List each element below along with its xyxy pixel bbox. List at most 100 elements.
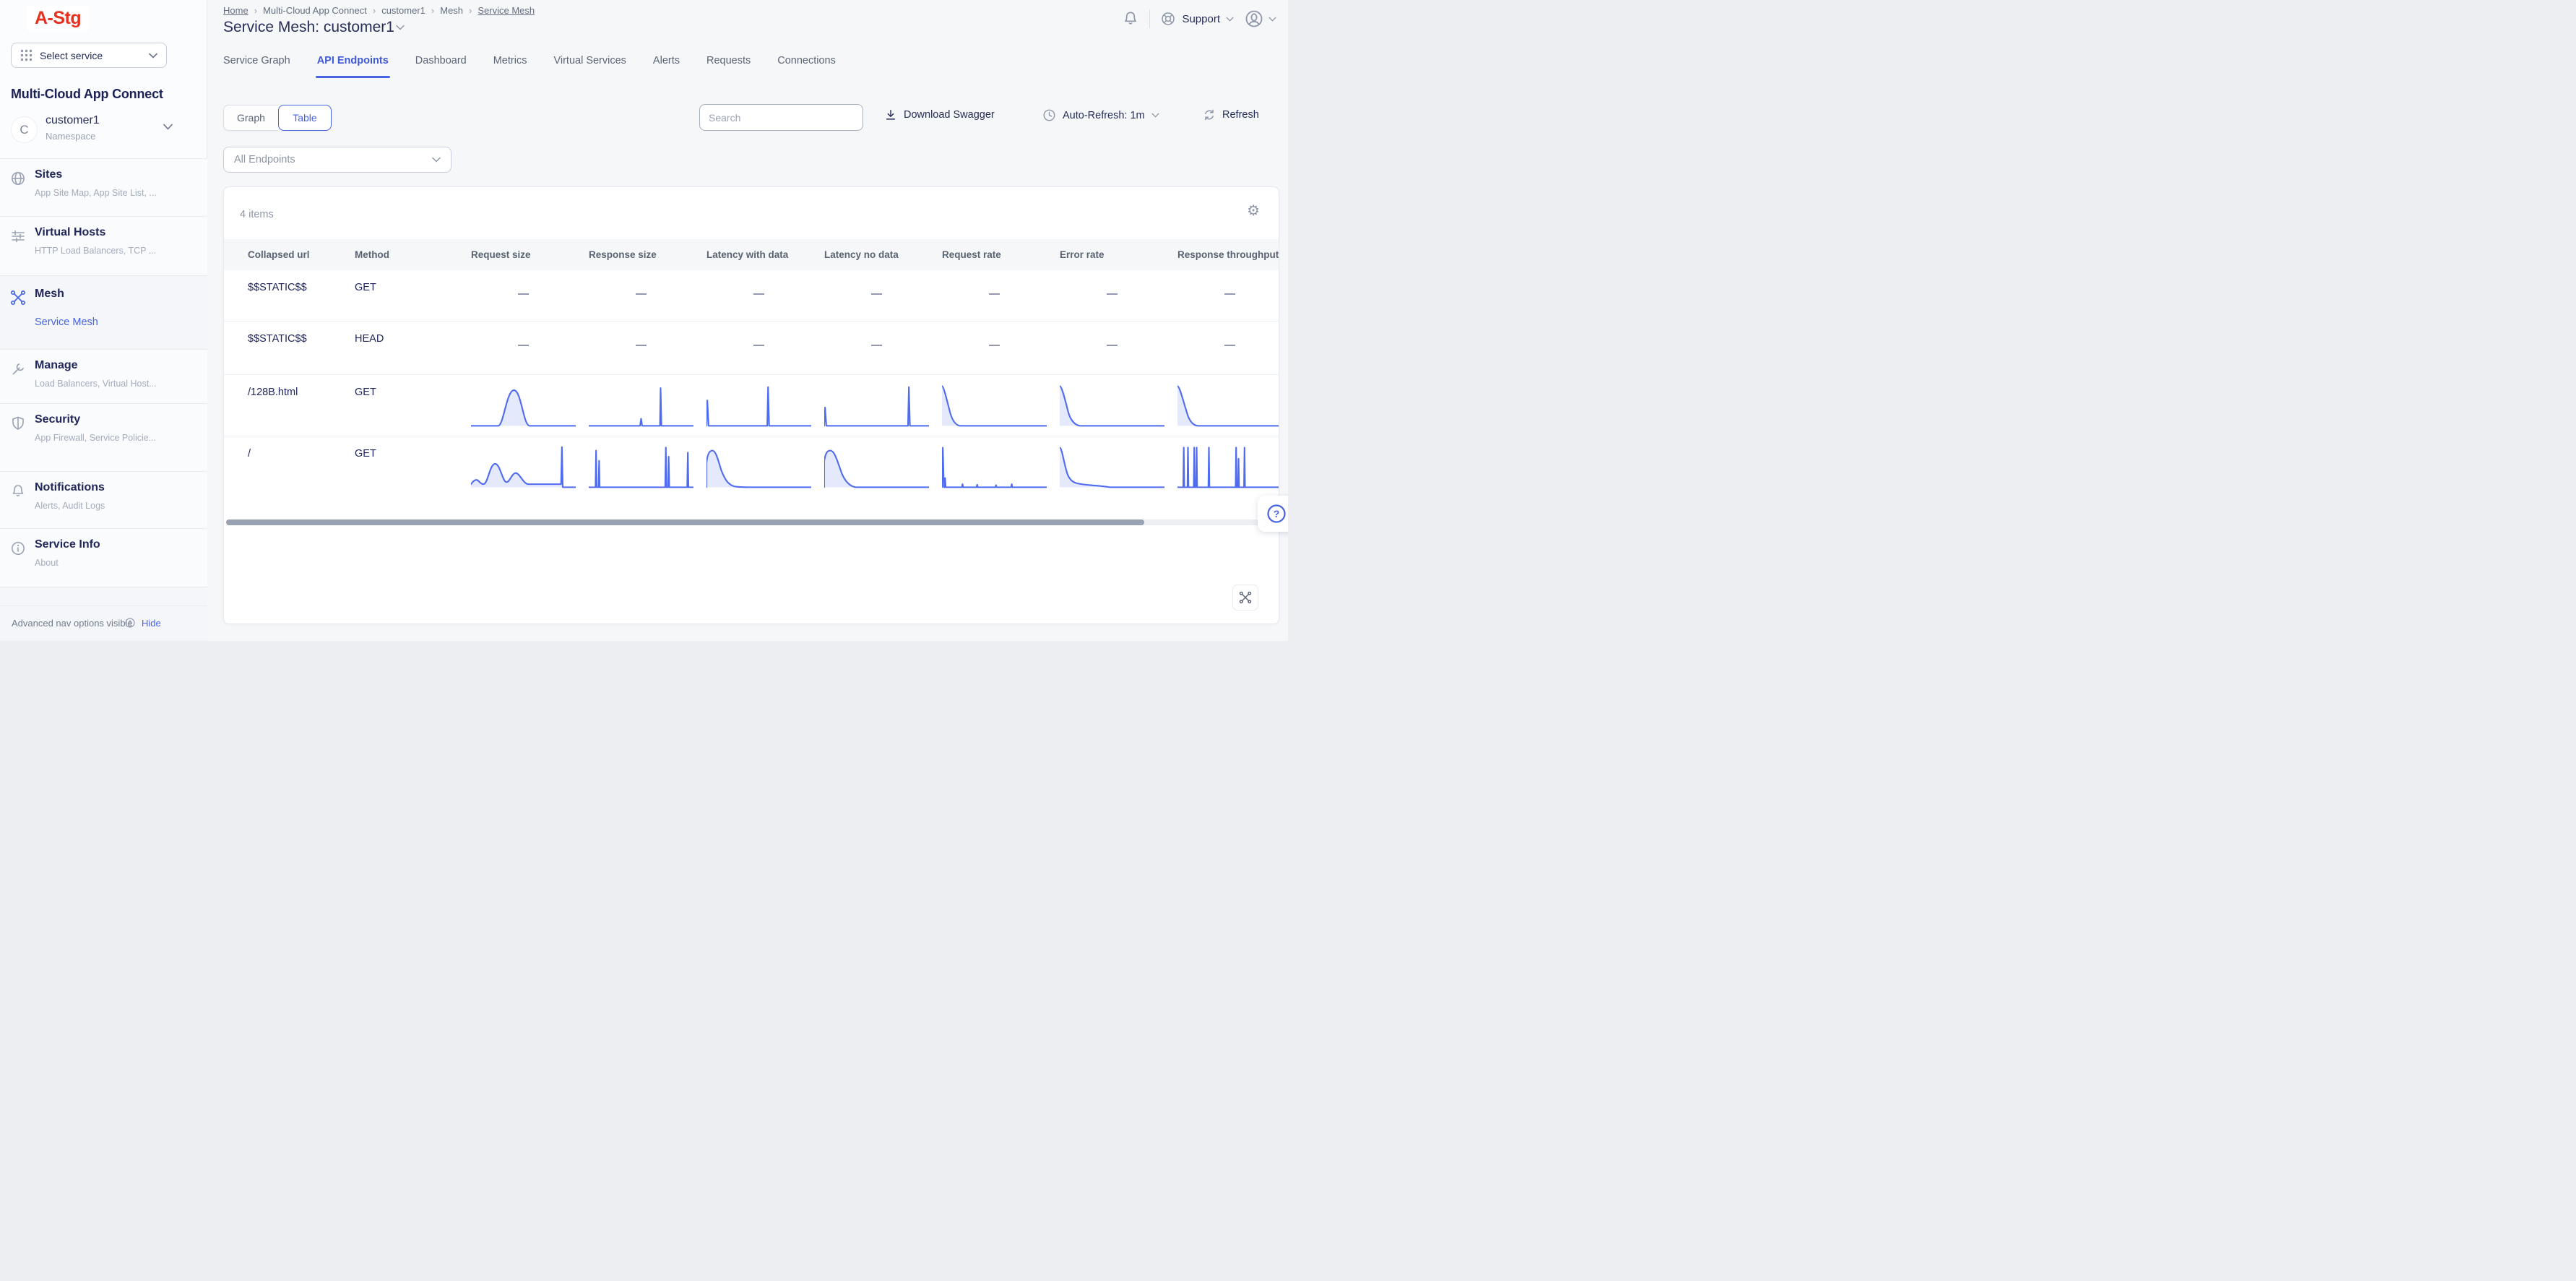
sidebar-item-title: Manage [35, 359, 78, 372]
bell-icon [10, 483, 26, 499]
auto-refresh-dropdown[interactable]: Auto-Refresh: 1m [1042, 108, 1159, 122]
tab-bar: Service Graph API Endpoints Dashboard Me… [223, 55, 836, 78]
table-view-button[interactable]: Table [278, 105, 332, 131]
sparkline-latency-no-data [824, 385, 929, 430]
tab-metrics[interactable]: Metrics [493, 55, 527, 78]
table-row[interactable]: / GET [224, 436, 1279, 499]
refresh-button[interactable]: Refresh [1203, 108, 1259, 121]
table-settings-gear-icon[interactable]: ⚙ [1247, 202, 1260, 220]
sidebar: A-Stg Select service Multi-Cloud App Con… [0, 0, 207, 641]
auto-refresh-label: Auto-Refresh: 1m [1063, 110, 1145, 121]
tab-requests[interactable]: Requests [706, 55, 751, 78]
app-window: A-Stg Select service Multi-Cloud App Con… [0, 0, 1288, 641]
sidebar-item-security[interactable]: Security App Firewall, Service Policie..… [0, 403, 207, 471]
graph-view-button[interactable]: Graph [223, 105, 278, 131]
cell-latency-with-data: — [706, 339, 811, 351]
divider [1149, 9, 1150, 28]
mesh-view-button[interactable] [1232, 585, 1258, 611]
items-count: 4 items [240, 209, 274, 220]
breadcrumb-service-mesh[interactable]: Service Mesh [477, 5, 535, 16]
chevron-down-icon[interactable] [396, 25, 405, 30]
advanced-nav-text: Advanced nav options visible [12, 618, 133, 629]
column-header-collapsed-url[interactable]: Collapsed url [248, 239, 353, 270]
sparkline-response-throughput [1177, 385, 1279, 430]
tab-alerts[interactable]: Alerts [653, 55, 680, 78]
tab-dashboard[interactable]: Dashboard [415, 55, 467, 78]
chevron-down-icon [1151, 113, 1159, 118]
cell-response-throughput: — [1177, 339, 1279, 351]
search-input[interactable] [699, 104, 863, 131]
sidebar-item-mesh[interactable]: Mesh Service Mesh [0, 275, 207, 349]
breadcrumb-mesh[interactable]: Mesh [440, 5, 463, 16]
shield-icon [10, 415, 26, 431]
notifications-bell-icon[interactable] [1122, 10, 1139, 27]
sidebar-item-manage[interactable]: Manage Load Balancers, Virtual Host... [0, 349, 207, 403]
clock-icon [1042, 108, 1056, 122]
support-menu[interactable]: Support [1160, 11, 1234, 27]
chevron-down-icon [1226, 17, 1234, 22]
breadcrumb-separator: › [431, 5, 434, 16]
table-header-row: Collapsed url Method Request size Respon… [224, 239, 1279, 270]
horizontal-scrollbar-thumb[interactable] [226, 519, 1144, 525]
info-icon [10, 540, 26, 556]
cell-method: GET [355, 387, 469, 398]
cell-request-rate: — [942, 339, 1047, 351]
endpoint-filter-dropdown[interactable]: All Endpoints [223, 147, 451, 173]
sparkline-request-size [471, 385, 576, 430]
sidebar-item-sites[interactable]: Sites App Site Map, App Site List, ... [0, 158, 207, 216]
view-toggle: Graph Table [223, 105, 332, 131]
chevron-down-icon [163, 124, 173, 130]
help-button[interactable]: ? [1258, 496, 1288, 532]
cell-request-size: — [471, 339, 576, 351]
table-row[interactable]: $$STATIC$$ HEAD — — — — — — — [224, 321, 1279, 374]
column-header-request-size[interactable]: Request size [471, 239, 576, 270]
sidebar-item-subtitle: Alerts, Audit Logs [35, 501, 186, 511]
cell-response-throughput: — [1177, 288, 1279, 300]
breadcrumb-customer1[interactable]: customer1 [381, 5, 425, 16]
column-header-error-rate[interactable]: Error rate [1060, 239, 1164, 270]
column-header-method[interactable]: Method [355, 239, 469, 270]
table-row[interactable]: /128B.html GET [224, 374, 1279, 436]
sidebar-item-notifications[interactable]: Notifications Alerts, Audit Logs [0, 471, 207, 528]
column-header-latency-no-data[interactable]: Latency no data [824, 239, 929, 270]
chevron-down-icon [1268, 17, 1276, 22]
download-swagger-button[interactable]: Download Swagger [884, 108, 995, 121]
mesh-icon [1239, 591, 1252, 604]
tab-service-graph[interactable]: Service Graph [223, 55, 290, 78]
cell-response-size: — [589, 288, 693, 300]
horizontal-scrollbar-track[interactable] [226, 519, 1278, 525]
page-title: Service Mesh: customer1 [223, 19, 394, 36]
tab-virtual-services[interactable]: Virtual Services [553, 55, 626, 78]
hide-advanced-nav-link[interactable]: Hide [142, 618, 161, 629]
breadcrumb-home[interactable]: Home [223, 5, 248, 16]
support-label: Support [1182, 13, 1220, 25]
chevron-down-icon [149, 53, 157, 59]
column-header-request-rate[interactable]: Request rate [942, 239, 1047, 270]
sparkline-response-size [589, 447, 693, 491]
sidebar-item-title: Security [35, 413, 80, 426]
tab-api-endpoints[interactable]: API Endpoints [317, 55, 389, 78]
breadcrumb-separator: › [254, 5, 257, 16]
cell-collapsed-url: / [248, 448, 353, 460]
globe-icon [10, 171, 26, 186]
column-header-latency-with-data[interactable]: Latency with data [706, 239, 811, 270]
column-header-response-size[interactable]: Response size [589, 239, 693, 270]
select-service-dropdown[interactable]: Select service [11, 43, 167, 68]
table-row[interactable]: $$STATIC$$ GET — — — — — — — [224, 270, 1279, 321]
sidebar-item-service-info[interactable]: Service Info About [0, 528, 207, 587]
namespace-selector[interactable]: C customer1 Namespace [0, 113, 207, 158]
column-header-response-throughput[interactable]: Response throughput [1177, 239, 1279, 270]
sidebar-item-subtitle: HTTP Load Balancers, TCP ... [35, 246, 186, 256]
tab-connections[interactable]: Connections [777, 55, 836, 78]
sidebar-item-title: Mesh [35, 288, 64, 301]
sidebar-link-service-mesh[interactable]: Service Mesh [35, 316, 98, 328]
info-icon [124, 617, 136, 629]
sparkline-request-rate [942, 385, 1047, 430]
sparkline-latency-with-data [706, 447, 811, 491]
account-menu[interactable] [1244, 9, 1276, 29]
sidebar-item-virtual-hosts[interactable]: Virtual Hosts HTTP Load Balancers, TCP .… [0, 216, 207, 275]
breadcrumb-mcac[interactable]: Multi-Cloud App Connect [263, 5, 367, 16]
user-avatar-icon [1244, 9, 1264, 29]
breadcrumb-separator: › [373, 5, 376, 16]
sidebar-item-subtitle: Load Balancers, Virtual Host... [35, 379, 186, 389]
